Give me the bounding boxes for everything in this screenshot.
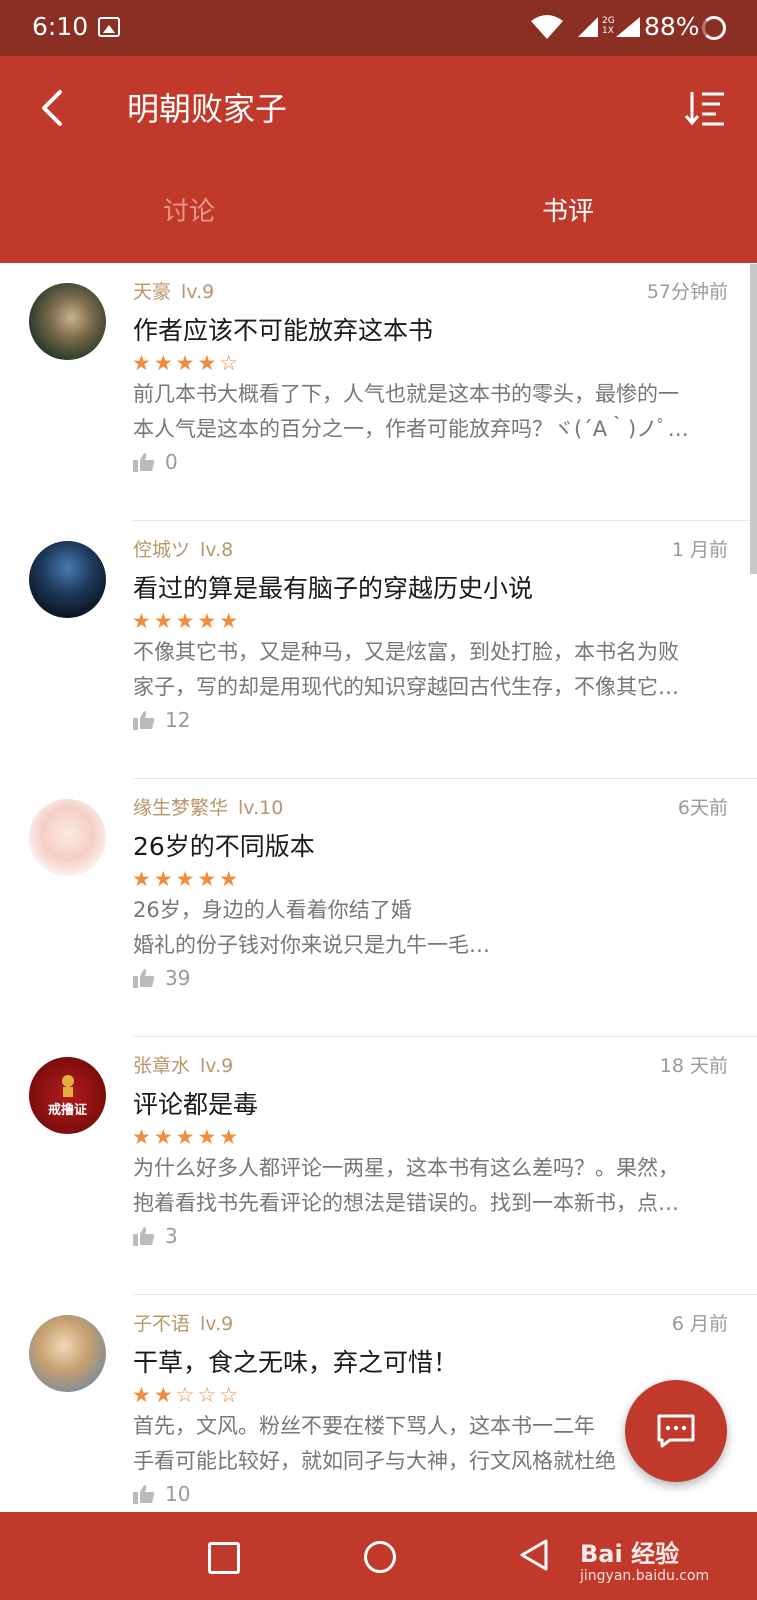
review-title: 看过的算是最有脑子的穿越历史小说 [133, 574, 534, 603]
review-item[interactable]: 戒撸证 张章水 lv.9 18 天前 评论都是毒 ★★★★★ 为什么好多人都评论一… [0, 1037, 757, 1295]
user-level: lv.10 [238, 797, 284, 819]
review-user[interactable]: 子不语 lv.9 [133, 1309, 233, 1336]
review-body: 不像其它书，又是种马，又是炫富，到处打脸，本书名为败 家子，写的却是用现代的知识… [133, 640, 679, 699]
review-title: 作者应该不可能放弃这本书 [133, 316, 434, 345]
like-count: 10 [165, 1482, 191, 1506]
review-item[interactable]: 天豪 lv.9 57分钟前 作者应该不可能放弃这本书 ★★★★☆ 前几本书大概看了… [0, 263, 757, 521]
review-title: 评论都是毒 [133, 1090, 259, 1119]
star-rating: ★★★★★ [132, 609, 242, 633]
write-review-button[interactable] [625, 1380, 727, 1482]
avatar[interactable] [29, 799, 106, 876]
nav-back-icon[interactable] [518, 1538, 550, 1572]
user-level: lv.9 [181, 281, 215, 303]
review-body: 为什么好多人都评论一两星，这本书有这么差吗？。果然， 抱着看找书先看评论的想法是… [133, 1156, 679, 1215]
like-button[interactable]: 10 [133, 1482, 190, 1506]
status-time: 6:10 [32, 12, 89, 41]
like-count: 3 [165, 1224, 178, 1248]
image-notification-icon [98, 17, 120, 37]
thumbs-up-icon [133, 453, 155, 472]
battery-icon [702, 16, 726, 40]
review-time: 6 月前 [671, 1313, 728, 1335]
like-button[interactable]: 0 [133, 450, 178, 474]
star-rating: ★★★★☆ [132, 351, 242, 375]
home-icon[interactable] [364, 1541, 396, 1573]
review-time: 6天前 [677, 797, 728, 819]
badge-emblem-icon [61, 1075, 74, 1097]
avatar[interactable]: 戒撸证 [29, 1057, 106, 1134]
tab-review[interactable]: 书评 [468, 191, 668, 228]
review-user[interactable]: 天豪 lv.9 [133, 277, 214, 304]
thumbs-up-icon [133, 1485, 155, 1504]
scrollbar[interactable] [750, 264, 757, 574]
page-title: 明朝败家子 [127, 90, 288, 128]
review-title: 26岁的不同版本 [133, 832, 315, 861]
thumbs-up-icon [133, 1227, 155, 1246]
signal-2-icon [616, 17, 640, 37]
thumbs-up-icon [133, 711, 155, 730]
review-list[interactable]: 天豪 lv.9 57分钟前 作者应该不可能放弃这本书 ★★★★☆ 前几本书大概看了… [0, 263, 757, 1513]
wifi-icon [531, 15, 563, 39]
like-button[interactable]: 39 [133, 966, 190, 990]
review-user[interactable]: 缘生梦繁华 lv.10 [133, 793, 283, 820]
review-item[interactable]: 倥城ツ lv.8 1 月前 看过的算是最有脑子的穿越历史小说 ★★★★★ 不像其它… [0, 521, 757, 779]
like-count: 39 [165, 966, 191, 990]
review-time: 1 月前 [671, 539, 728, 561]
user-level: lv.9 [200, 1313, 234, 1335]
battery-percent: 88% [644, 12, 700, 41]
review-user[interactable]: 张章水 lv.9 [133, 1051, 233, 1078]
user-level: lv.9 [200, 1055, 234, 1077]
like-button[interactable]: 12 [133, 708, 190, 732]
signal-icon [578, 17, 598, 37]
watermark-url: jingyan.baidu.com [580, 1568, 710, 1584]
review-time: 18 天前 [659, 1055, 728, 1077]
review-time: 57分钟前 [646, 281, 728, 303]
system-nav-bar: Bai 经验 jingyan.baidu.com [0, 1512, 757, 1600]
review-user[interactable]: 倥城ツ lv.8 [133, 535, 233, 562]
message-icon [657, 1414, 695, 1448]
star-rating: ★★★★★ [132, 867, 242, 891]
like-count: 12 [165, 708, 191, 732]
sort-icon[interactable] [684, 86, 728, 130]
baidu-watermark: Bai 经验 [580, 1540, 680, 1568]
avatar[interactable] [29, 1315, 106, 1392]
recent-apps-icon[interactable] [208, 1542, 240, 1574]
review-item[interactable]: 缘生梦繁华 lv.10 6天前 26岁的不同版本 ★★★★★ 26岁，身边的人看着… [0, 779, 757, 1037]
back-arrow-icon[interactable] [36, 86, 72, 130]
avatar[interactable] [29, 541, 106, 618]
status-bar: 6:10 2G 1X 88% [0, 0, 757, 56]
star-rating: ★★☆☆☆ [132, 1383, 242, 1407]
like-count: 0 [165, 450, 178, 474]
review-body: 前几本书大概看了下，人气也就是这本书的零头，最惨的一 本人气是这本的百分之一，作… [133, 382, 689, 441]
like-button[interactable]: 3 [133, 1224, 178, 1248]
avatar[interactable] [29, 283, 106, 360]
user-level: lv.8 [200, 539, 234, 561]
star-rating: ★★★★★ [132, 1125, 242, 1149]
app-header: 明朝败家子 讨论 书评 [0, 56, 757, 263]
tab-discussion[interactable]: 讨论 [89, 191, 289, 228]
review-title: 干草，食之无味，弃之可惜！ [133, 1348, 459, 1377]
avatar-text: 戒撸证 [47, 1103, 87, 1118]
review-body: 26岁，身边的人看着你结了婚 婚礼的份子钱对你来说只是九牛一毛… [133, 898, 490, 957]
thumbs-up-icon [133, 969, 155, 988]
